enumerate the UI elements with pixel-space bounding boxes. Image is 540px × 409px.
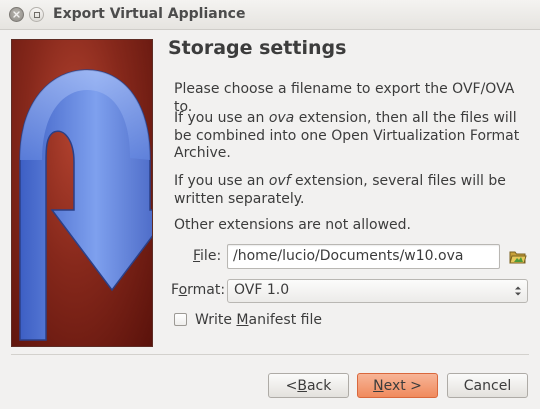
- manifest-checkbox[interactable]: [174, 313, 187, 326]
- cancel-button[interactable]: Cancel: [447, 373, 528, 398]
- next-button[interactable]: Next >: [357, 373, 438, 398]
- ovf-description: If you use an ovf extension, several fil…: [174, 173, 506, 207]
- title-bar[interactable]: Export Virtual Appliance: [0, 0, 540, 30]
- separator: [11, 354, 529, 355]
- file-path-input[interactable]: /home/lucio/Documents/w10.ova: [227, 244, 500, 269]
- close-icon[interactable]: [9, 7, 24, 22]
- up-down-arrows-icon: [515, 286, 521, 296]
- window-title: Export Virtual Appliance: [53, 6, 246, 22]
- extensions-note: Other extensions are not allowed.: [174, 217, 411, 233]
- folder-open-icon[interactable]: [507, 246, 528, 267]
- format-label: Format:: [171, 282, 226, 298]
- format-select[interactable]: OVF 1.0: [227, 279, 528, 303]
- file-label: File:: [193, 248, 222, 264]
- back-button[interactable]: < Back: [268, 373, 349, 398]
- maximize-icon[interactable]: [29, 7, 44, 22]
- export-arrow-icon: [11, 39, 153, 347]
- ova-description: If you use an ova extension, then all th…: [174, 110, 520, 161]
- export-dialog-window: Export Virtual Appliance Storage setting…: [0, 0, 540, 409]
- page-title: Storage settings: [168, 37, 347, 59]
- format-select-value: OVF 1.0: [234, 282, 290, 298]
- manifest-checkbox-label[interactable]: Write Manifest file: [195, 312, 322, 328]
